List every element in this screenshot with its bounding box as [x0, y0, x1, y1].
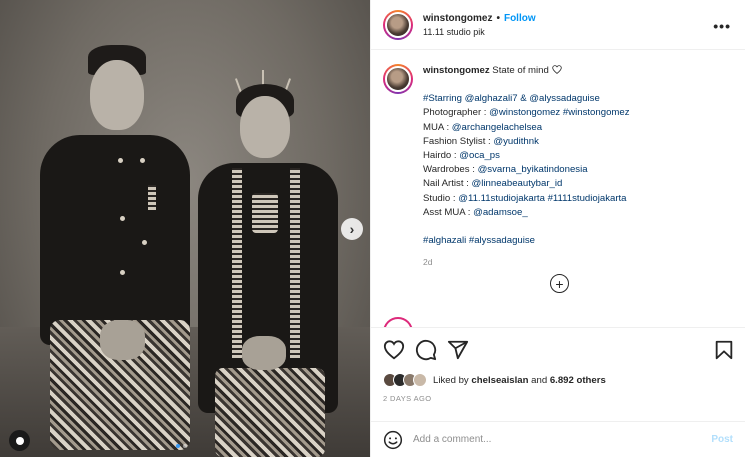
- caption-username[interactable]: winstongomez: [423, 65, 490, 76]
- caption-line-2[interactable]: @archangelachelsea: [452, 122, 542, 133]
- user-tag-icon: [15, 436, 24, 445]
- post-details-panel: winstongomez • Follow 11.11 studio pik •…: [370, 0, 745, 457]
- follow-button[interactable]: Follow: [504, 13, 536, 24]
- separator-dot: •: [496, 12, 500, 24]
- caption-label: Asst MUA :: [423, 206, 474, 218]
- post-timestamp[interactable]: 2 DAYS AGO: [371, 388, 745, 408]
- caption-label: Hairdo :: [423, 150, 460, 162]
- post-header: winstongomez • Follow 11.11 studio pik •…: [371, 0, 745, 50]
- caption-first-line: State of mind: [492, 65, 549, 76]
- comment-bar: Post: [371, 421, 745, 457]
- emoji-smiley-icon[interactable]: [383, 430, 403, 450]
- caption-line-5[interactable]: @svarna_byikatindonesia: [478, 164, 588, 175]
- man-figure: [30, 40, 200, 457]
- comment-avatar-peek: [383, 317, 413, 327]
- caption-hashtags[interactable]: #alghazali #alyssadaguise: [423, 235, 535, 246]
- liked-by-prefix: Liked by: [433, 374, 472, 386]
- caption-label: Fashion Stylist :: [423, 135, 494, 147]
- comment-bubble-icon[interactable]: [415, 339, 437, 361]
- caption-label: MUA :: [423, 121, 452, 133]
- plus-circle-icon: +: [555, 275, 564, 292]
- post-location[interactable]: 11.11 studio pik: [423, 27, 536, 37]
- author-avatar[interactable]: [383, 9, 413, 40]
- heart-outline-icon: [551, 65, 562, 74]
- post-comment-button[interactable]: Post: [711, 434, 733, 445]
- liked-by-user[interactable]: chelseaislan: [471, 375, 528, 386]
- caption-line-0[interactable]: #Starring @alghazali7 & @alyssadaguise: [423, 93, 600, 104]
- action-bar: [371, 328, 745, 372]
- tagged-users-button[interactable]: [9, 430, 30, 451]
- more-horizontal-icon[interactable]: •••: [713, 18, 731, 34]
- carousel-indicator: [176, 444, 187, 448]
- likes-row: Liked by chelseaislan and 6.892 others: [371, 372, 745, 388]
- caption-line-8[interactable]: @adamsoe_: [473, 207, 528, 218]
- bookmark-icon[interactable]: [713, 339, 735, 361]
- caption-time: 2d: [423, 257, 433, 268]
- carousel-next-button[interactable]: ›: [341, 218, 363, 240]
- caption-line-7[interactable]: @11.11studiojakarta #1111studiojakarta: [458, 193, 626, 204]
- share-send-icon[interactable]: [447, 339, 469, 361]
- caption-label: Nail Artist :: [423, 178, 472, 190]
- caption-label: Wardrobes :: [423, 164, 478, 176]
- comment-input[interactable]: [413, 434, 712, 445]
- caption-section: winstongomez State of mind #Starring @al…: [371, 50, 745, 328]
- author-username[interactable]: winstongomez: [423, 13, 492, 24]
- like-heart-icon[interactable]: [383, 339, 405, 361]
- caption-line-4[interactable]: @oca_ps: [459, 150, 500, 161]
- woman-figure: [190, 68, 350, 457]
- caption-line-1[interactable]: @winstongomez #winstongomez: [489, 107, 629, 118]
- post-photo[interactable]: ›: [0, 0, 370, 457]
- carousel-dot: [183, 444, 187, 448]
- caption-line-3[interactable]: @yudithnk: [493, 136, 538, 147]
- instagram-post: › winstongomez • Follow 11.11 studio pik…: [0, 0, 745, 457]
- chevron-right-icon: ›: [349, 221, 355, 237]
- caption-line-6[interactable]: @linneabeautybar_id: [472, 178, 563, 189]
- caption-label: Photographer :: [423, 107, 490, 119]
- caption-text: winstongomez State of mind #Starring @al…: [423, 64, 630, 269]
- likes-others-link[interactable]: 6.892 others: [550, 375, 606, 386]
- carousel-dot-active: [176, 444, 180, 448]
- liker-avatars[interactable]: [383, 373, 427, 387]
- caption-label: Studio :: [423, 192, 459, 204]
- load-more-comments-button[interactable]: +: [550, 274, 569, 293]
- liked-by-and: and: [528, 374, 550, 386]
- caption-author-avatar[interactable]: [383, 64, 413, 94]
